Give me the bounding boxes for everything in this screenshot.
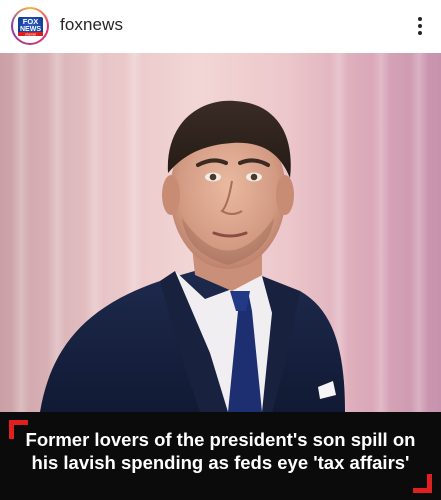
headline-banner: Former lovers of the president's son spi… (0, 412, 441, 500)
avatar[interactable]: FOX NEWS channel (11, 7, 49, 45)
username[interactable]: foxnews (60, 15, 123, 35)
avatar-border: FOX NEWS channel (13, 9, 47, 43)
post-image[interactable]: Former lovers of the president's son spi… (0, 53, 441, 500)
logo-text-channel: channel (24, 32, 35, 36)
post-header: FOX NEWS channel foxnews (0, 0, 441, 52)
more-vertical-icon-dot (418, 31, 422, 35)
more-vertical-icon-dot (418, 24, 422, 28)
logo-text-fox: FOX (22, 17, 37, 26)
headline-line-1: Former lovers of the president's son spi… (25, 429, 416, 450)
corner-bracket-bottom-right (413, 474, 432, 493)
more-options-button[interactable] (409, 13, 431, 39)
headline-line-2: his lavish spending as feds eye 'tax aff… (31, 452, 410, 473)
fox-news-logo: FOX NEWS channel (14, 10, 46, 42)
instagram-post: FOX NEWS channel foxnews Former lovers o… (0, 0, 441, 500)
more-vertical-icon-dot (418, 17, 422, 21)
headline-text: Former lovers of the president's son spi… (20, 428, 421, 474)
fox-news-logo-graphic: FOX NEWS channel (15, 11, 45, 41)
